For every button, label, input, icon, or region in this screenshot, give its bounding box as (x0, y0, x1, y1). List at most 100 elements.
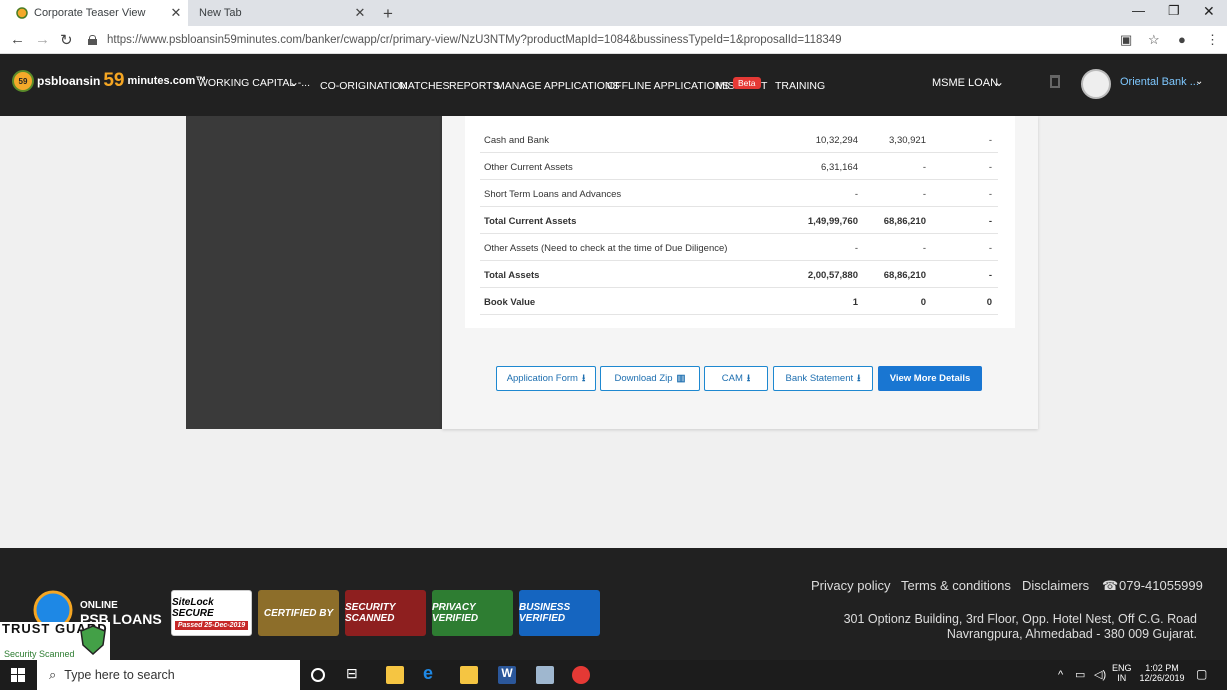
notifications-icon[interactable]: ▢ (1196, 667, 1207, 681)
beta-badge: Beta (733, 77, 761, 89)
view-more-details-button[interactable]: View More Details (878, 366, 982, 391)
row-value-1: 6,31,164 (821, 162, 858, 173)
terms-link[interactable]: Terms & conditions (901, 578, 1011, 593)
sitelock-badge[interactable]: SiteLock SECURE Passed 25-Dec-2019 (171, 590, 252, 636)
site-header: 59 psbloansin 59 minutes.com™ WORKING CA… (0, 54, 1227, 116)
url-text: https://www.psbloansin59minutes.com/bank… (107, 34, 842, 46)
app-icon[interactable] (536, 666, 554, 684)
language-indicator[interactable]: ENG IN (1112, 663, 1132, 683)
download-icon: ⭳ (581, 372, 586, 384)
nav-mis-suffix: T (761, 80, 768, 92)
nav-training[interactable]: TRAINING (775, 80, 825, 92)
cortana-icon[interactable] (311, 668, 325, 682)
browser-toolbar: ← → ↻ https://www.psbloansin59minutes.co… (0, 26, 1227, 54)
cast-icon[interactable]: ▣ (1120, 32, 1132, 48)
nav-reports[interactable]: REPORTS (449, 80, 500, 92)
security-scanned-badge[interactable]: SECURITY SCANNED (345, 590, 426, 636)
chevron-down-icon[interactable]: ⌄ (289, 75, 299, 89)
row-value-1: 10,32,294 (815, 135, 858, 146)
table-row: Total Current Assets 1,49,99,760 68,86,210… (480, 207, 998, 234)
bank-name[interactable]: Oriental Bank ... (1120, 76, 1199, 88)
button-label: Download Zip (614, 373, 673, 384)
tray-arrow-icon[interactable]: ^ (1058, 669, 1063, 681)
address-bar[interactable]: https://www.psbloansin59minutes.com/bank… (88, 29, 1138, 51)
chevron-down-icon[interactable]: ⌄ (994, 75, 1004, 89)
lang-region: IN (1117, 673, 1127, 683)
folder-icon[interactable] (460, 666, 478, 684)
clock-date: 12/26/2019 (1139, 673, 1185, 683)
task-view-icon[interactable]: ⊟ (346, 665, 364, 683)
table-row: Total Assets 2,00,57,880 68,86,210 - (480, 261, 998, 288)
avatar[interactable] (1081, 69, 1111, 99)
close-tab-icon[interactable]: ✕ (352, 5, 368, 21)
forward-icon[interactable]: → (35, 31, 50, 48)
tab-new-tab[interactable]: New Tab ✕ (190, 0, 372, 26)
chevron-down-icon[interactable]: ⌄ (1195, 76, 1203, 87)
reload-icon[interactable]: ↻ (60, 31, 73, 49)
clock[interactable]: 1:02 PM 12/26/2019 (1136, 663, 1188, 683)
nav-matches[interactable]: MATCHES (399, 80, 450, 92)
badge-label: SECURITY SCANNED (345, 602, 396, 624)
badge-date: Passed 25-Dec-2019 (174, 620, 249, 630)
phone-icon: ☎ (1102, 578, 1119, 593)
tab-title: New Tab (199, 7, 242, 19)
minimize-icon[interactable]: — (1132, 3, 1145, 18)
disclaimers-link[interactable]: Disclaimers (1022, 578, 1089, 593)
file-explorer-icon[interactable] (386, 666, 404, 684)
badge-label: BUSINESS VERIFIED (519, 602, 571, 624)
business-verified-badge[interactable]: BUSINESS VERIFIED (519, 590, 600, 636)
taskbar-search-input[interactable]: ⌕ Type here to search (37, 660, 300, 690)
edge-icon[interactable]: e (423, 663, 441, 683)
close-tab-icon[interactable]: ✕ (168, 5, 184, 21)
table-row: Other Current Assets 6,31,164 - - (480, 153, 998, 180)
zip-file-icon: ▥ (676, 373, 686, 384)
row-value-2: - (922, 243, 926, 254)
trash-icon[interactable] (1050, 75, 1060, 88)
bookmark-star-icon[interactable]: ☆ (1148, 32, 1160, 48)
row-value-3: - (988, 243, 992, 254)
network-icon[interactable]: ▭ (1075, 668, 1085, 681)
tab-corporate-teaser[interactable]: Corporate Teaser View ✕ (0, 0, 188, 26)
bank-statement-button[interactable]: Bank Statement ⭳ (773, 366, 873, 391)
row-label: Short Term Loans and Advances (484, 189, 622, 200)
chrome-icon[interactable] (572, 666, 590, 684)
nav-co-origination[interactable]: CO-ORIGINATION (320, 80, 408, 92)
close-window-icon[interactable]: ✕ (1203, 3, 1215, 20)
browser-tab-strip: Corporate Teaser View ✕ New Tab ✕ + — ❐ … (0, 0, 1227, 26)
new-tab-button[interactable]: + (383, 4, 393, 24)
restore-icon[interactable]: ❐ (1168, 3, 1180, 19)
volume-icon[interactable]: ◁) (1094, 668, 1106, 681)
row-label: Total Current Assets (484, 216, 577, 227)
logo-text: psbloansin (37, 74, 101, 88)
profile-icon[interactable]: ● (1178, 32, 1186, 47)
browser-menu-icon[interactable]: ⋮ (1206, 32, 1219, 48)
loan-type-select[interactable]: MSME LOAN (932, 77, 998, 89)
shield-icon (80, 625, 106, 655)
privacy-policy-link[interactable]: Privacy policy (811, 578, 890, 593)
certified-badge[interactable]: CERTIFIED BY (258, 590, 339, 636)
button-label: CAM (721, 373, 743, 384)
windows-start-icon[interactable] (11, 668, 25, 682)
application-form-button[interactable]: Application Form ⭳ (496, 366, 596, 391)
download-zip-button[interactable]: Download Zip ▥ (600, 366, 700, 391)
nav-offline-applications[interactable]: OFFLINE APPLICATIONS (607, 80, 729, 92)
table-row: Short Term Loans and Advances - - - (480, 180, 998, 207)
tab-title: Corporate Teaser View (34, 7, 146, 19)
nav-mis[interactable]: MIS (716, 80, 735, 92)
row-value-3: - (988, 270, 992, 281)
badge-label: PRIVACY VERIFIED (432, 602, 479, 624)
phone-number[interactable]: 079-41055999 (1119, 578, 1203, 593)
row-value-3: - (988, 135, 992, 146)
nav-manage-applications[interactable]: MANAGE APPLICATIONS (496, 80, 620, 92)
trustguard-sub: Security Scanned (4, 649, 75, 659)
trustguard-seal[interactable]: TRUST GUARD Security Scanned (0, 622, 110, 660)
back-icon[interactable]: ← (10, 31, 25, 48)
privacy-verified-badge[interactable]: PRIVACY VERIFIED (432, 590, 513, 636)
download-icon: ⭳ (857, 372, 861, 384)
download-icon: ⭳ (746, 372, 751, 384)
row-value-1: 2,00,57,880 (807, 270, 858, 281)
row-value-3: - (988, 189, 992, 200)
word-icon[interactable]: W (498, 666, 516, 684)
site-logo[interactable]: 59 psbloansin 59 minutes.com™ (12, 70, 206, 92)
cam-button[interactable]: CAM ⭳ (704, 366, 768, 391)
